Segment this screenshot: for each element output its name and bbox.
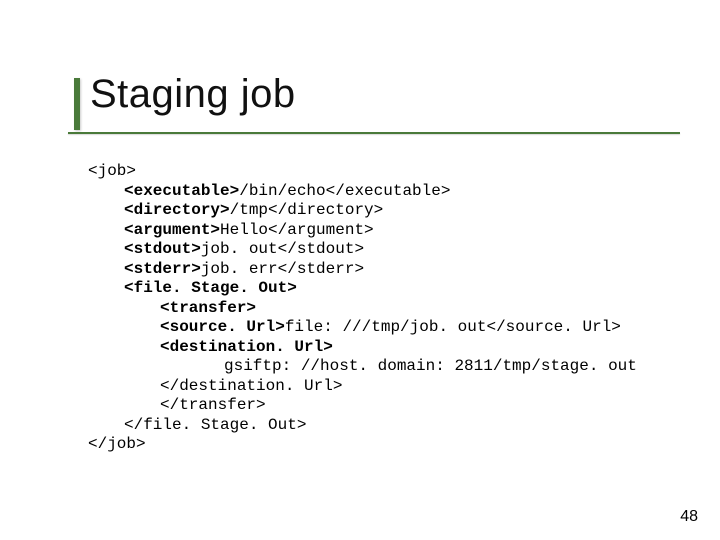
code-segment: file: ///tmp/job. out xyxy=(285,318,487,336)
code-segment: <job> xyxy=(88,162,136,180)
code-segment: </stderr> xyxy=(278,260,364,278)
code-line: <source. Url>file: ///tmp/job. out</sour… xyxy=(88,318,660,338)
code-line: </file. Stage. Out> xyxy=(88,416,660,436)
code-block: <job><executable>/bin/echo</executable><… xyxy=(88,162,660,455)
code-line: <transfer> xyxy=(88,299,660,319)
code-segment: <stderr> xyxy=(124,260,201,278)
code-line: <destination. Url> xyxy=(88,338,660,358)
code-segment: </source. Url> xyxy=(486,318,620,336)
code-segment: gsiftp: //host. domain: 2811/tmp/stage. … xyxy=(224,357,637,375)
title-area: Staging job xyxy=(88,72,660,117)
code-segment: </directory> xyxy=(268,201,383,219)
code-segment: </transfer> xyxy=(160,396,266,414)
code-segment: <transfer> xyxy=(160,299,256,317)
page-title: Staging job xyxy=(88,72,660,117)
code-segment: <argument> xyxy=(124,221,220,239)
code-line: gsiftp: //host. domain: 2811/tmp/stage. … xyxy=(88,357,660,377)
code-segment: <stdout> xyxy=(124,240,201,258)
code-segment: </file. Stage. Out> xyxy=(124,416,306,434)
code-segment: </job> xyxy=(88,435,146,453)
code-segment: </destination. Url> xyxy=(160,377,342,395)
slide: Staging job <job><executable>/bin/echo</… xyxy=(0,0,720,540)
code-segment: Hello xyxy=(220,221,268,239)
code-line: </destination. Url> xyxy=(88,377,660,397)
code-line: <job> xyxy=(88,162,660,182)
code-segment: /bin/echo xyxy=(239,182,325,200)
code-line: <file. Stage. Out> xyxy=(88,279,660,299)
title-accent-bar xyxy=(74,78,80,130)
code-line: </job> xyxy=(88,435,660,455)
code-segment: </executable> xyxy=(326,182,451,200)
code-segment: job. err xyxy=(201,260,278,278)
code-segment: job. out xyxy=(201,240,278,258)
code-line: <directory>/tmp</directory> xyxy=(88,201,660,221)
page-number: 48 xyxy=(680,508,698,526)
code-segment: <directory> xyxy=(124,201,230,219)
code-line: <stdout>job. out</stdout> xyxy=(88,240,660,260)
code-line: <stderr>job. err</stderr> xyxy=(88,260,660,280)
code-line: <executable>/bin/echo</executable> xyxy=(88,182,660,202)
code-line: </transfer> xyxy=(88,396,660,416)
code-segment: <source. Url> xyxy=(160,318,285,336)
code-segment: <destination. Url> xyxy=(160,338,333,356)
code-segment: </argument> xyxy=(268,221,374,239)
code-line: <argument>Hello</argument> xyxy=(88,221,660,241)
code-segment: </stdout> xyxy=(278,240,364,258)
code-segment: <file. Stage. Out> xyxy=(124,279,297,297)
code-segment: <executable> xyxy=(124,182,239,200)
code-segment: /tmp xyxy=(230,201,268,219)
title-underline xyxy=(68,132,680,134)
